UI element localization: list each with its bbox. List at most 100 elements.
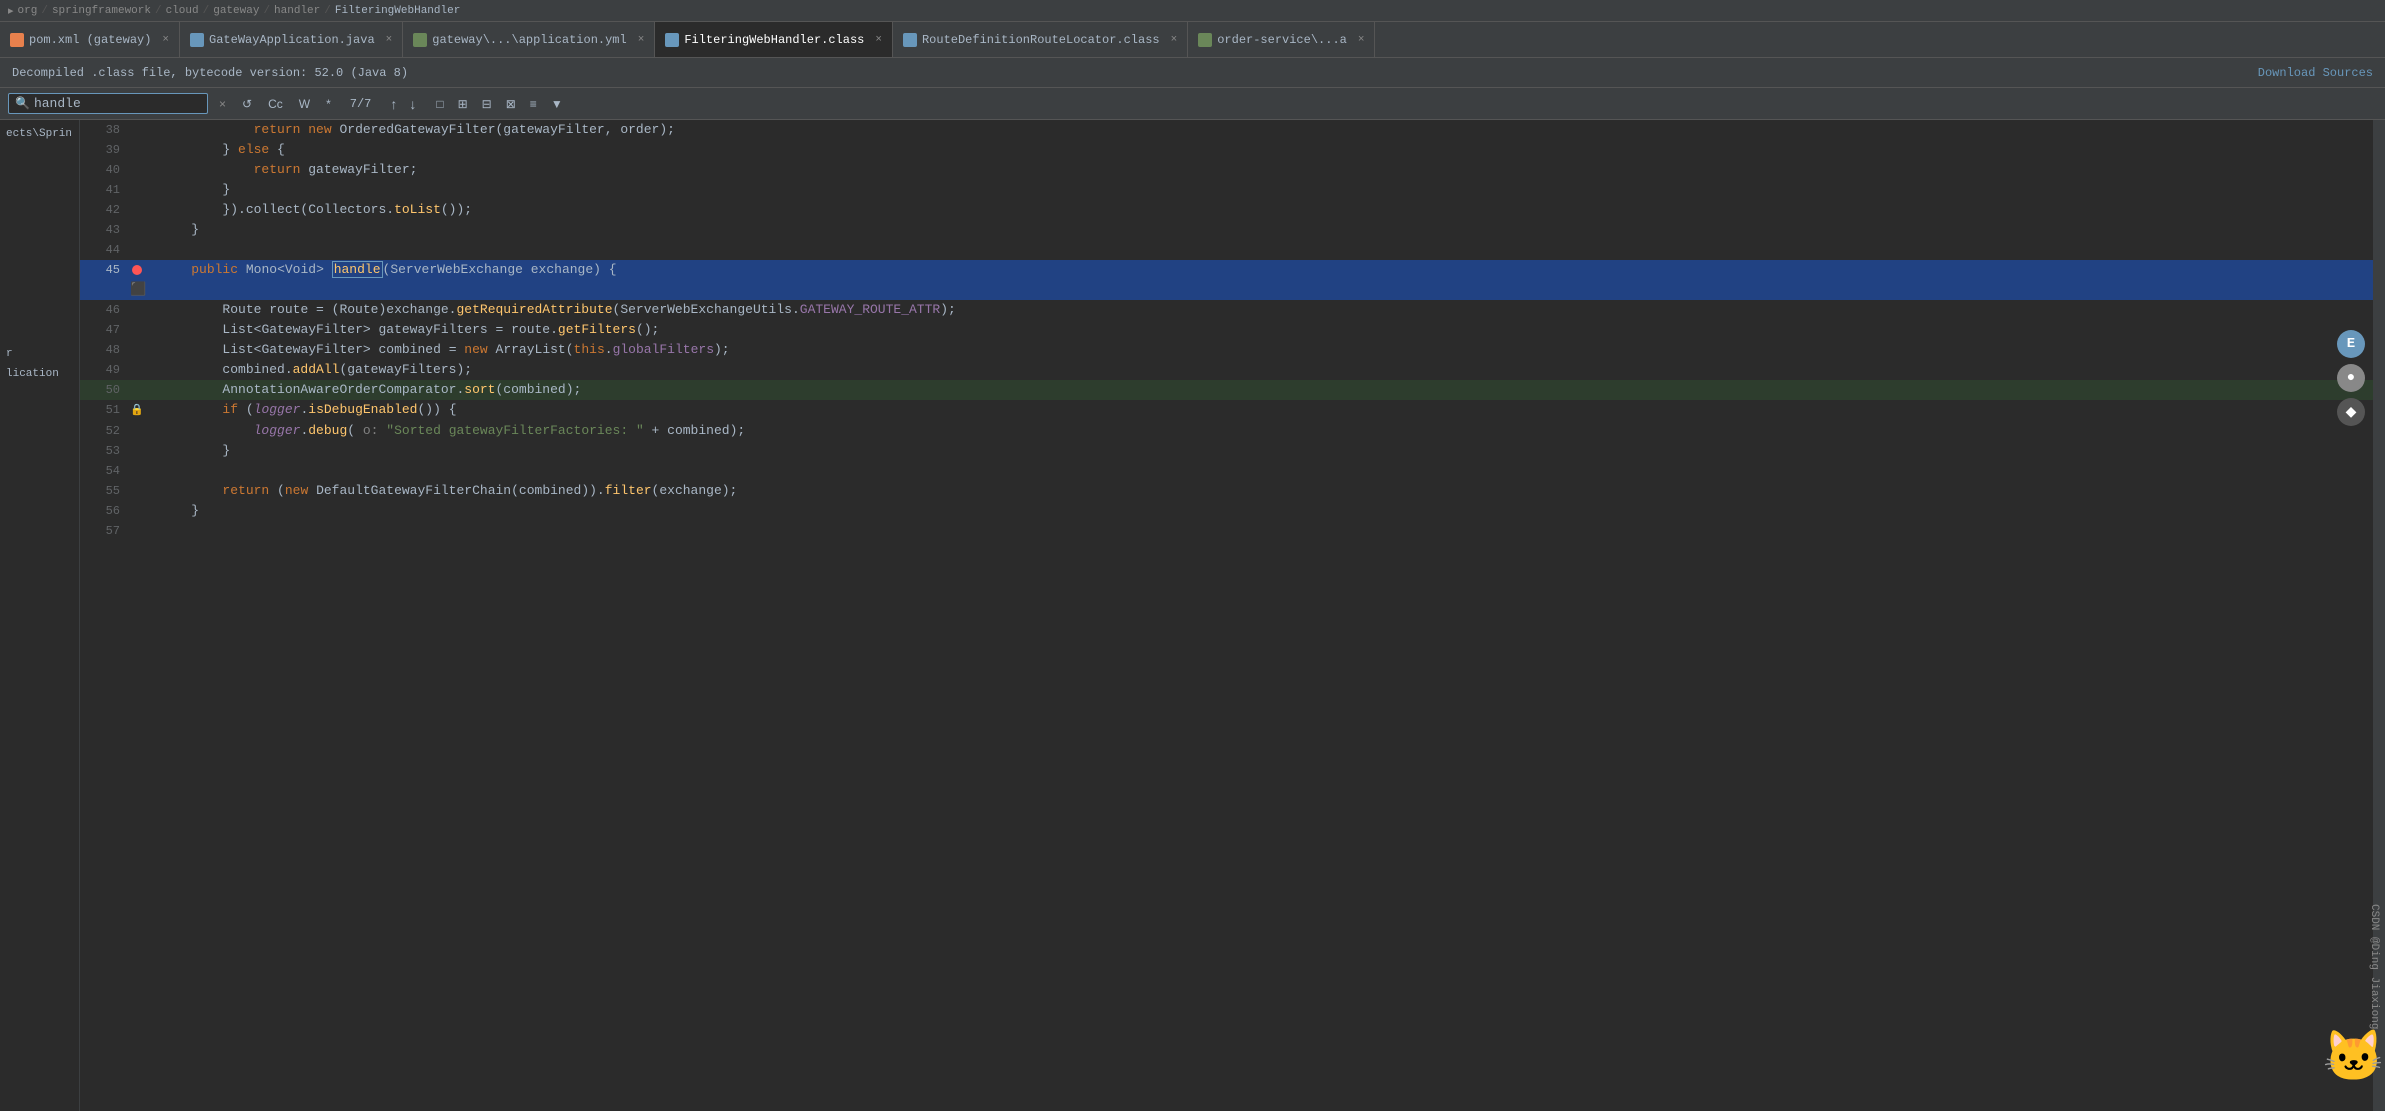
- search-undo-button[interactable]: ↺: [237, 95, 257, 113]
- tab-order-icon: [1198, 33, 1212, 47]
- line-content: }: [152, 220, 2373, 240]
- line-gutter: ⬛: [130, 260, 152, 300]
- line-content: return new OrderedGatewayFilter(gatewayF…: [152, 120, 2373, 140]
- line-gutter: [130, 421, 152, 441]
- line-gutter: 🔒: [130, 400, 152, 421]
- search-clear-button[interactable]: ×: [214, 95, 231, 113]
- tab-gateway-label: GateWayApplication.java: [209, 33, 375, 47]
- search-filter-button[interactable]: ▼: [546, 95, 568, 113]
- tab-order-close[interactable]: ×: [1358, 34, 1365, 46]
- search-case-button[interactable]: Cc: [263, 95, 288, 113]
- tab-route-icon: [903, 33, 917, 47]
- tab-route-close[interactable]: ×: [1171, 34, 1178, 46]
- search-btn2[interactable]: ⊟: [477, 95, 497, 113]
- float-buttons: E ● ◆: [2337, 330, 2365, 426]
- table-row: 41 }: [80, 180, 2373, 200]
- table-row: 44: [80, 240, 2373, 260]
- info-bar: Decompiled .class file, bytecode version…: [0, 58, 2385, 88]
- tab-filtering-close[interactable]: ×: [875, 34, 882, 46]
- line-gutter: [130, 360, 152, 380]
- line-content: }: [152, 501, 2373, 521]
- breadcrumb-current: FilteringWebHandler: [335, 5, 460, 17]
- line-number: 50: [80, 380, 130, 400]
- line-number: 47: [80, 320, 130, 340]
- table-row: 54: [80, 461, 2373, 481]
- table-row: 47 List<GatewayFilter> gatewayFilters = …: [80, 320, 2373, 340]
- search-input[interactable]: [34, 96, 164, 111]
- scrollbar-track[interactable]: [2373, 120, 2385, 1111]
- line-gutter: [130, 380, 152, 400]
- table-row: 39 } else {: [80, 140, 2373, 160]
- line-number: 53: [80, 441, 130, 461]
- tab-filtering[interactable]: FilteringWebHandler.class ×: [655, 22, 893, 58]
- line-content: [152, 521, 2373, 541]
- tab-pom[interactable]: pom.xml (gateway) ×: [0, 22, 180, 58]
- table-row: 49 combined.addAll(gatewayFilters);: [80, 360, 2373, 380]
- line-content: logger.debug( o: "Sorted gatewayFilterFa…: [152, 421, 2373, 441]
- tab-yaml[interactable]: gateway\...\application.yml ×: [403, 22, 655, 58]
- search-navigation: ↑ ↓: [385, 94, 421, 114]
- tab-bar: pom.xml (gateway) × GateWayApplication.j…: [0, 22, 2385, 58]
- line-content: if (logger.isDebugEnabled()) {: [152, 400, 2373, 421]
- search-prev-button[interactable]: ↑: [385, 94, 402, 114]
- line-gutter: [130, 340, 152, 360]
- breadcrumb-springframework: springframework: [52, 5, 151, 17]
- line-number: 54: [80, 461, 130, 481]
- code-area[interactable]: 38 return new OrderedGatewayFilter(gatew…: [80, 120, 2373, 1111]
- tab-pom-close[interactable]: ×: [162, 34, 169, 46]
- search-regex-button[interactable]: *: [321, 95, 336, 113]
- search-scope-button[interactable]: □: [431, 95, 448, 113]
- breadcrumb-handler: handler: [274, 5, 320, 17]
- breadcrumb-cloud: cloud: [166, 5, 199, 17]
- table-row: 43 }: [80, 220, 2373, 240]
- table-row: 46 Route route = (Route)exchange.getRequ…: [80, 300, 2373, 320]
- breakpoint-dot: [132, 265, 142, 275]
- line-content: return (new DefaultGatewayFilterChain(co…: [152, 481, 2373, 501]
- float-btn-s[interactable]: ◆: [2337, 398, 2365, 426]
- table-row: 40 return gatewayFilter;: [80, 160, 2373, 180]
- tab-yaml-icon: [413, 33, 427, 47]
- line-number: 52: [80, 421, 130, 441]
- breadcrumb-item: ▸: [8, 4, 14, 18]
- breadcrumb-gateway: gateway: [213, 5, 259, 17]
- line-number: 44: [80, 240, 130, 260]
- line-gutter: [130, 501, 152, 521]
- tab-order[interactable]: order-service\...a ×: [1188, 22, 1375, 58]
- line-number: 46: [80, 300, 130, 320]
- tab-filtering-icon: [665, 33, 679, 47]
- tab-yaml-close[interactable]: ×: [638, 34, 645, 46]
- table-row: 53 }: [80, 441, 2373, 461]
- table-row: 48 List<GatewayFilter> combined = new Ar…: [80, 340, 2373, 360]
- search-bar: 🔍 × ↺ Cc W * 7/7 ↑ ↓ □ ⊞ ⊟ ⊠ ≡ ▼: [0, 88, 2385, 120]
- line-gutter: [130, 120, 152, 140]
- search-btn1[interactable]: ⊞: [453, 95, 473, 113]
- line-content: }: [152, 180, 2373, 200]
- download-sources-link[interactable]: Download Sources: [2258, 66, 2373, 80]
- line-content: combined.addAll(gatewayFilters);: [152, 360, 2373, 380]
- search-btn3[interactable]: ⊠: [501, 95, 521, 113]
- table-row: 57: [80, 521, 2373, 541]
- float-btn-o[interactable]: ●: [2337, 364, 2365, 392]
- tab-pom-label: pom.xml (gateway): [29, 33, 151, 47]
- line-content: }: [152, 441, 2373, 461]
- line-number: 55: [80, 481, 130, 501]
- search-next-button[interactable]: ↓: [404, 94, 421, 114]
- tab-route[interactable]: RouteDefinitionRouteLocator.class ×: [893, 22, 1188, 58]
- tab-gateway[interactable]: GateWayApplication.java ×: [180, 22, 403, 58]
- line-number: 51: [80, 400, 130, 421]
- table-row: 42 }).collect(Collectors.toList());: [80, 200, 2373, 220]
- search-icon: 🔍: [15, 96, 30, 111]
- line-content: List<GatewayFilter> gatewayFilters = rou…: [152, 320, 2373, 340]
- float-btn-e[interactable]: E: [2337, 330, 2365, 358]
- tab-gateway-close[interactable]: ×: [386, 34, 393, 46]
- search-align-button[interactable]: ≡: [525, 95, 542, 113]
- search-extra-buttons: □ ⊞ ⊟ ⊠ ≡ ▼: [431, 95, 567, 113]
- table-row: 51 🔒 if (logger.isDebugEnabled()) {: [80, 400, 2373, 421]
- line-number: 56: [80, 501, 130, 521]
- line-number: 42: [80, 200, 130, 220]
- search-word-button[interactable]: W: [294, 95, 315, 113]
- line-gutter: [130, 461, 152, 481]
- line-gutter: [130, 200, 152, 220]
- line-gutter: [130, 481, 152, 501]
- breadcrumb: ▸ org / springframework / cloud / gatewa…: [0, 0, 2385, 22]
